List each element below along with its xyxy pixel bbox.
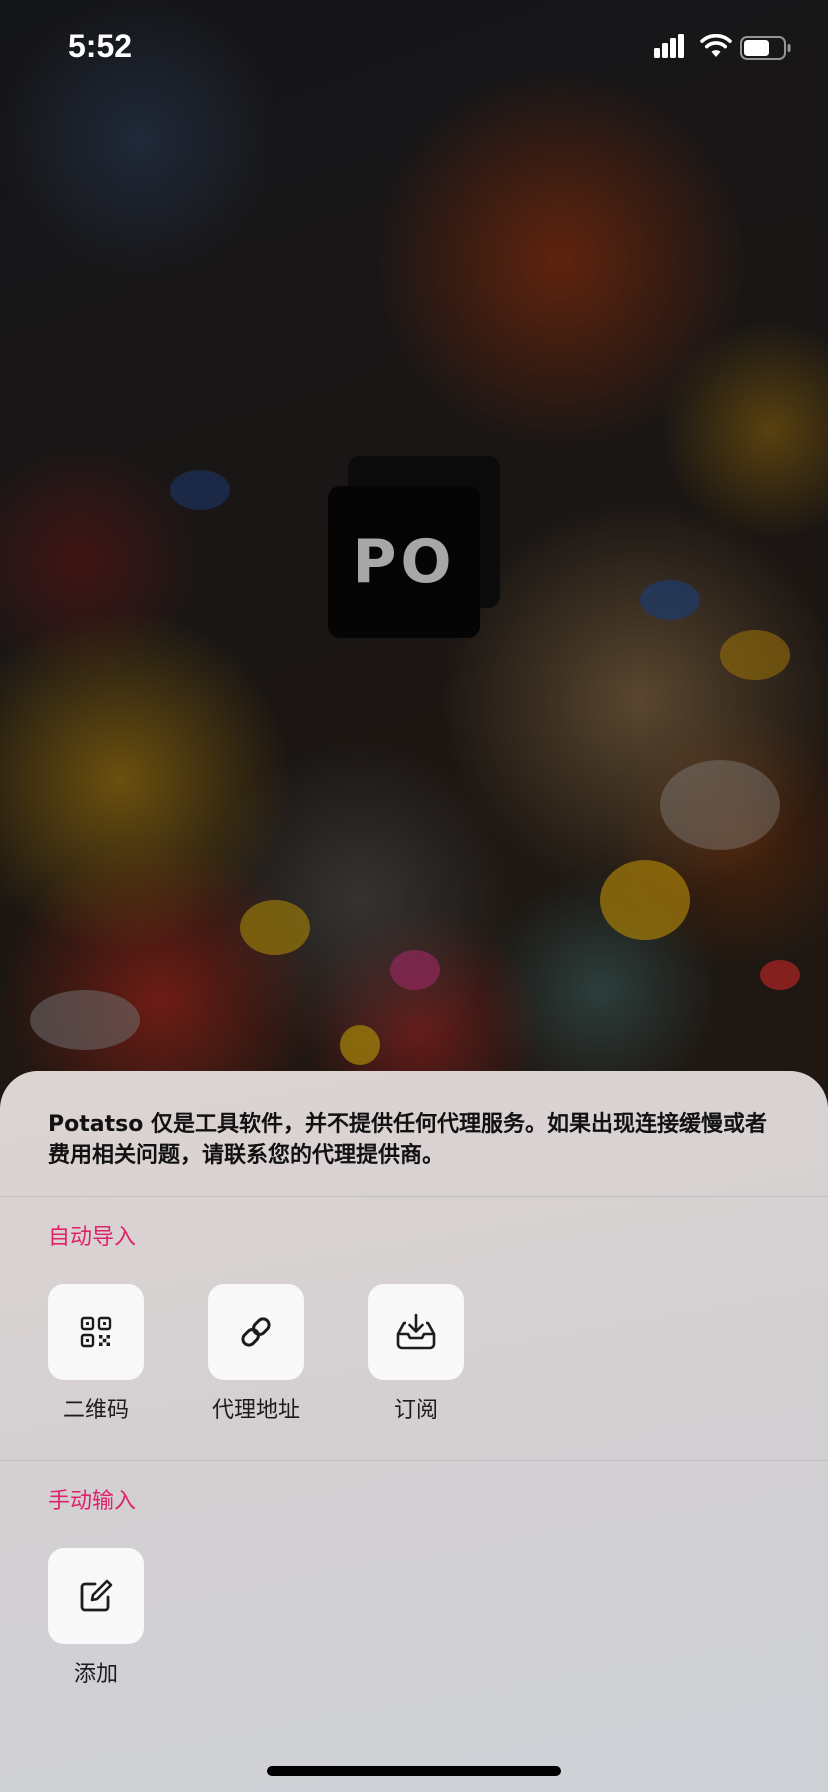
wifi-icon bbox=[700, 34, 732, 57]
status-bar: 5:52 bbox=[0, 0, 828, 100]
paint-splat bbox=[600, 860, 690, 940]
app-logo: PO bbox=[328, 456, 502, 638]
section-title-manual-input: 手动输入 bbox=[48, 1489, 137, 1514]
tile-proxy-url[interactable]: 代理地址 bbox=[196, 1284, 316, 1426]
paint-splat bbox=[390, 950, 440, 990]
disclaimer-text: Potatso 仅是工具软件，并不提供任何代理服务。如果出现连接缓慢或者费用相关… bbox=[48, 1112, 767, 1168]
paint-splat bbox=[760, 960, 800, 990]
tile-add[interactable]: 添加 bbox=[36, 1548, 156, 1690]
tile-add-label: 添加 bbox=[73, 1662, 118, 1687]
import-sheet: Potatso 仅是工具软件，并不提供任何代理服务。如果出现连接缓慢或者费用相关… bbox=[0, 1071, 828, 1792]
tile-proxy-url-label: 代理地址 bbox=[211, 1398, 300, 1423]
qr-code-icon bbox=[80, 1316, 112, 1348]
tile-qr-code-label: 二维码 bbox=[62, 1398, 129, 1423]
logo-text: PO bbox=[328, 486, 480, 638]
paint-splat bbox=[660, 760, 780, 850]
paint-splat bbox=[30, 990, 140, 1050]
tile-subscription[interactable]: 订阅 bbox=[356, 1284, 476, 1426]
home-indicator[interactable] bbox=[267, 1766, 561, 1776]
divider bbox=[0, 1196, 828, 1197]
cellular-signal-icon bbox=[654, 34, 684, 58]
tile-add-box[interactable] bbox=[48, 1548, 144, 1644]
divider bbox=[0, 1460, 828, 1461]
inbox-download-icon bbox=[396, 1313, 436, 1350]
tile-qr-code[interactable]: 二维码 bbox=[36, 1284, 156, 1426]
section-title-auto-import: 自动导入 bbox=[48, 1225, 137, 1250]
tile-subscription-box[interactable] bbox=[368, 1284, 464, 1380]
paint-splat bbox=[340, 1025, 380, 1065]
paint-splat bbox=[240, 900, 310, 955]
tile-subscription-label: 订阅 bbox=[393, 1398, 438, 1423]
battery-icon bbox=[740, 36, 791, 60]
paint-splat bbox=[640, 580, 700, 620]
tile-proxy-url-box[interactable] bbox=[208, 1284, 304, 1380]
tile-qr-code-box[interactable] bbox=[48, 1284, 144, 1380]
status-time: 5:52 bbox=[68, 28, 133, 64]
edit-icon bbox=[80, 1579, 113, 1612]
paint-splat bbox=[170, 470, 230, 510]
paint-splat bbox=[720, 630, 790, 680]
link-icon bbox=[241, 1317, 271, 1347]
